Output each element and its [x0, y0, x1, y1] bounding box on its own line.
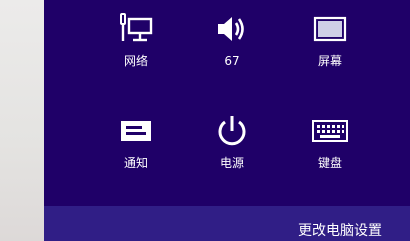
keyboard-label: 键盘 [317, 156, 342, 170]
screen-icon [310, 12, 350, 46]
network-tile[interactable]: 网络 [96, 12, 176, 82]
notifications-tile[interactable]: 通知 [96, 114, 176, 184]
screen-tile[interactable]: 屏幕 [290, 12, 370, 82]
keyboard-icon [310, 114, 350, 148]
volume-tile[interactable]: 67 [192, 12, 272, 82]
settings-footer: 更改电脑设置 [44, 206, 410, 241]
power-tile[interactable]: 电源 [192, 114, 272, 184]
network-icon [116, 12, 156, 46]
power-label: 电源 [219, 156, 244, 170]
power-icon [212, 114, 252, 148]
notifications-label: 通知 [123, 156, 148, 170]
desktop-background [0, 0, 44, 241]
network-label: 网络 [123, 54, 148, 68]
keyboard-tile[interactable]: 键盘 [290, 114, 370, 184]
change-pc-settings-link[interactable]: 更改电脑设置 [298, 222, 382, 240]
settings-charm-panel: 网络 67 屏幕 通知 电源 键盘 [44, 0, 410, 241]
screen-label: 屏幕 [317, 54, 342, 68]
volume-icon [212, 12, 252, 46]
volume-label: 67 [224, 54, 240, 68]
notifications-icon [116, 114, 156, 148]
